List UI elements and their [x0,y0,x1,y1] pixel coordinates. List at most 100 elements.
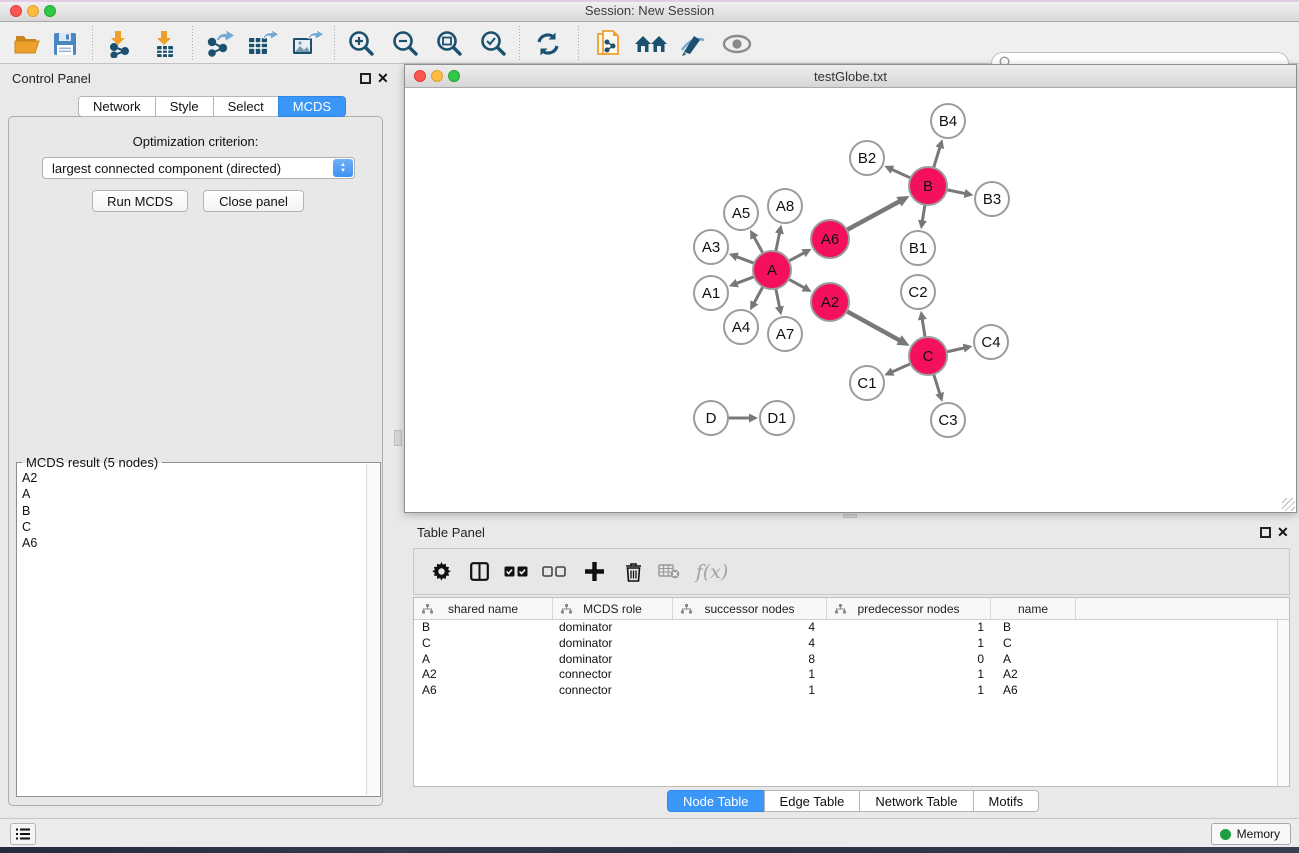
column-header-successor-nodes[interactable]: successor nodes [673,598,827,619]
tab-motifs[interactable]: Motifs [973,790,1040,812]
table-cell[interactable]: C [991,636,1076,652]
table-row[interactable]: A6connector11A6 [414,683,1289,699]
zoom-out-button[interactable] [390,29,422,59]
table-cell[interactable]: A [991,652,1076,668]
export-image-button[interactable] [290,29,324,59]
table-panel-close-button[interactable]: ✕ [1277,525,1289,539]
table-cell[interactable]: A2 [414,667,553,683]
mcds-result-item[interactable]: A6 [22,535,352,551]
table-cell[interactable]: B [991,620,1076,636]
unselect-all-columns-button[interactable] [536,557,572,587]
save-session-button[interactable] [50,29,80,59]
control-panel-close-button[interactable]: ✕ [377,71,389,85]
table-cell[interactable]: 1 [827,683,991,699]
tab-mcds[interactable]: MCDS [278,96,346,117]
table-cell[interactable]: 1 [673,683,827,699]
import-table-button[interactable] [148,29,180,59]
zoom-selected-button[interactable] [478,29,510,59]
window-resize-grip[interactable] [1282,498,1295,511]
graph-edge-A-A3[interactable] [735,256,754,263]
graph-edge-B-B2[interactable] [891,169,911,178]
graph-edge-C-C3[interactable] [934,374,941,395]
select-all-columns-button[interactable] [498,557,534,587]
table-cell[interactable]: C [414,636,553,652]
create-column-button[interactable] [576,557,612,587]
table-options-button[interactable] [426,557,456,587]
mcds-result-item[interactable]: A [22,486,352,502]
graph-edge-A-A8[interactable] [776,231,780,251]
delete-table-button[interactable] [652,557,686,587]
close-panel-button[interactable]: Close panel [203,190,304,212]
table-cell[interactable]: 4 [673,620,827,636]
graph-edge-B-B3[interactable] [947,190,967,194]
table-cell[interactable]: dominator [553,636,673,652]
graph-edge-C-C2[interactable] [922,318,925,338]
graph-edge-C-C4[interactable] [947,348,966,352]
table-cell[interactable]: B [414,620,553,636]
vertical-splitter-handle[interactable] [394,430,402,446]
graph-edge-C-C1[interactable] [891,364,911,373]
table-cell[interactable]: 4 [673,636,827,652]
column-header-predecessor-nodes[interactable]: predecessor nodes [827,598,991,619]
network-canvas[interactable]: B4B2BB3A8A5A6A3B1AC2A1A2A4A7C4CC1DD1C3 [405,88,1296,512]
table-cell[interactable]: 1 [673,667,827,683]
export-table-button[interactable] [246,29,280,59]
zoom-in-button[interactable] [346,29,378,59]
tab-network[interactable]: Network [78,96,156,117]
table-cell[interactable]: 1 [827,667,991,683]
table-row[interactable]: A2connector11A2 [414,667,1289,683]
zoom-fit-button[interactable] [434,29,466,59]
home-views-button[interactable] [632,29,670,59]
run-mcds-button[interactable]: Run MCDS [92,190,188,212]
table-row[interactable]: Cdominator41C [414,636,1289,652]
table-cell[interactable]: A [414,652,553,668]
network-from-file-button[interactable] [592,29,626,59]
table-cell[interactable]: A6 [414,683,553,699]
table-cell[interactable]: dominator [553,652,673,668]
tab-style[interactable]: Style [155,96,214,117]
graph-edge-A-A7[interactable] [776,289,780,309]
node-table-scrollbar[interactable] [1277,620,1289,786]
table-cell[interactable]: connector [553,667,673,683]
import-network-button[interactable] [103,29,135,59]
graph-edge-A-A1[interactable] [735,277,754,284]
optimization-criterion-select[interactable]: largest connected component (directed) ▲… [42,157,355,179]
graph-edge-A-A2[interactable] [789,279,806,288]
graph-edge-A-A5[interactable] [753,236,763,253]
tab-edge-table[interactable]: Edge Table [764,790,861,812]
table-row[interactable]: Adominator80A [414,652,1289,668]
table-cell[interactable]: connector [553,683,673,699]
graph-edge-B-B1[interactable] [922,205,925,223]
mcds-result-item[interactable]: B [22,503,352,519]
table-cell[interactable]: dominator [553,620,673,636]
function-builder-button[interactable]: f(x) [690,557,734,587]
refresh-view-button[interactable] [532,29,564,59]
tab-select[interactable]: Select [213,96,279,117]
graph-edge-A6-B[interactable] [847,201,901,230]
column-header-MCDS-role[interactable]: MCDS role [553,598,673,619]
mcds-result-scrollbar[interactable] [366,464,379,795]
show-hide-panel-button[interactable] [720,29,754,59]
table-cell[interactable]: 8 [673,652,827,668]
table-row[interactable]: Bdominator41B [414,620,1289,636]
column-header-name[interactable]: name [991,598,1076,619]
horizontal-splitter-handle[interactable] [843,514,857,518]
export-network-button[interactable] [203,29,235,59]
graph-edge-B-B4[interactable] [934,146,941,168]
column-header-shared-name[interactable]: shared name [414,598,553,619]
show-column-panel-button[interactable] [462,557,496,587]
graph-edge-A-A6[interactable] [789,252,806,261]
table-cell[interactable]: 1 [827,636,991,652]
memory-button[interactable]: Memory [1211,823,1291,845]
tab-network-table[interactable]: Network Table [859,790,973,812]
open-session-button[interactable] [12,29,42,59]
tab-node-table[interactable]: Node Table [667,790,765,812]
control-panel-float-button[interactable] [360,73,371,84]
table-cell[interactable]: 1 [827,620,991,636]
graph-edge-A2-C[interactable] [847,311,901,341]
graph-edge-A-A4[interactable] [753,287,763,304]
table-cell[interactable]: A6 [991,683,1076,699]
task-history-button[interactable] [10,823,36,845]
show-graphics-details-button[interactable] [676,29,710,59]
mcds-result-item[interactable]: A2 [22,470,352,486]
